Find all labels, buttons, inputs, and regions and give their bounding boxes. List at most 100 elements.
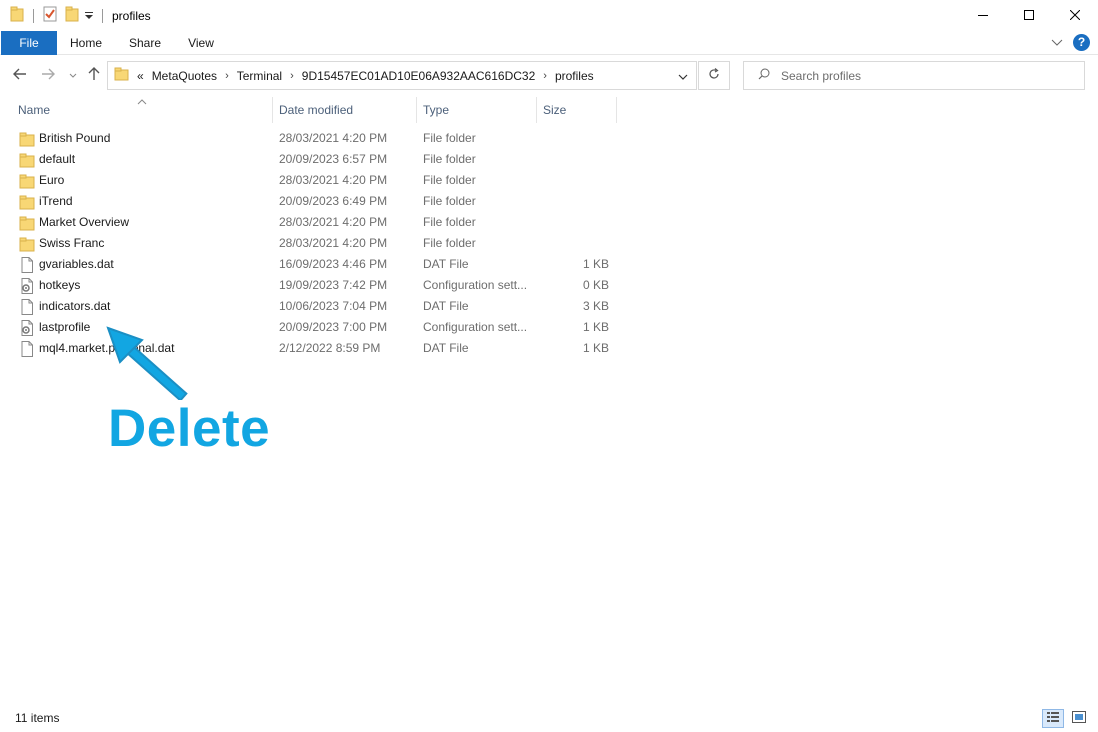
column-divider[interactable] [416, 97, 417, 123]
file-size [540, 191, 609, 212]
folder-icon [19, 173, 35, 189]
sort-ascending-icon [137, 94, 147, 108]
file-type: Configuration sett... [423, 278, 528, 292]
details-view-button[interactable] [1042, 709, 1064, 728]
file-row[interactable]: default 20/09/2023 6:57 PM File folder [0, 149, 1098, 170]
tab-home[interactable]: Home [60, 31, 112, 55]
forward-button[interactable] [38, 64, 58, 86]
file-type: File folder [423, 173, 476, 187]
folder-icon [19, 152, 35, 168]
file-name[interactable]: Euro [39, 170, 64, 191]
file-name[interactable]: gvariables.dat [39, 254, 114, 275]
new-folder-icon[interactable] [65, 6, 79, 25]
details-view-icon [1046, 711, 1060, 726]
forward-arrow-icon [41, 68, 55, 83]
folder-icon [19, 131, 35, 147]
chevron-down-icon [69, 68, 77, 82]
file-row[interactable]: British Pound 28/03/2021 4:20 PM File fold… [0, 128, 1098, 149]
file-name[interactable]: British Pound [39, 128, 110, 149]
file-size: 0 KB [582, 278, 609, 292]
file-size [540, 128, 609, 149]
column-divider[interactable] [616, 97, 617, 123]
folder-icon [19, 194, 35, 210]
breadcrumb-chevron-icon[interactable]: › [225, 70, 229, 82]
address-dropdown-icon[interactable] [678, 70, 688, 84]
tab-file[interactable]: File [1, 31, 57, 55]
file-type: File folder [423, 131, 476, 145]
file-row[interactable]: hotkeys 19/09/2023 7:42 PM Configuration s… [0, 275, 1098, 296]
file-row[interactable]: iTrend 20/09/2023 6:49 PM File folder [0, 191, 1098, 212]
properties-icon[interactable] [43, 6, 57, 25]
file-name[interactable]: hotkeys [39, 275, 80, 296]
customize-toolbar-icon[interactable] [85, 9, 93, 23]
file-type: DAT File [423, 257, 469, 271]
expand-ribbon-icon[interactable] [1051, 36, 1063, 50]
file-type: File folder [423, 194, 476, 208]
file-date-modified: 19/09/2023 7:42 PM [279, 278, 388, 292]
back-button[interactable] [10, 64, 30, 86]
file-row[interactable]: Market Overview 28/03/2021 4:20 PM File fo… [0, 212, 1098, 233]
search-box[interactable]: Search profiles [743, 61, 1085, 90]
file-row[interactable]: gvariables.dat 16/09/2023 4:46 PM DAT File… [0, 254, 1098, 275]
search-icon [758, 68, 770, 83]
file-row[interactable]: Swiss Franc 28/03/2021 4:20 PM File folder [0, 233, 1098, 254]
address-bar[interactable]: « MetaQuotes › Terminal › 9D15457EC01AD1… [107, 61, 697, 90]
column-header: Name Date modified Type Size [0, 97, 1098, 123]
recent-locations-button[interactable] [66, 64, 80, 86]
column-divider[interactable] [272, 97, 273, 123]
tab-share[interactable]: Share [120, 31, 170, 55]
column-type[interactable]: Type [423, 97, 449, 123]
file-date-modified: 2/12/2022 8:59 PM [279, 341, 381, 355]
file-name[interactable]: Swiss Franc [39, 233, 104, 254]
config-file-icon [19, 320, 35, 336]
file-name[interactable]: iTrend [39, 191, 73, 212]
breadcrumb-terminal-id[interactable]: 9D15457EC01AD10E06A932AAC616DC32 [302, 69, 536, 83]
maximize-button[interactable] [1006, 0, 1052, 31]
close-button[interactable] [1052, 0, 1098, 31]
breadcrumb-profiles[interactable]: profiles [555, 69, 594, 83]
file-date-modified: 28/03/2021 4:20 PM [279, 173, 388, 187]
up-button[interactable] [86, 64, 102, 86]
help-icon[interactable]: ? [1073, 34, 1090, 51]
file-size [540, 170, 609, 191]
file-row[interactable]: Euro 28/03/2021 4:20 PM File folder [0, 170, 1098, 191]
file-row[interactable]: indicators.dat 10/06/2023 7:04 PM DAT File… [0, 296, 1098, 317]
file-date-modified: 28/03/2021 4:20 PM [279, 215, 388, 229]
column-date-modified[interactable]: Date modified [279, 97, 353, 123]
breadcrumb-metaquotes[interactable]: MetaQuotes [152, 69, 217, 83]
file-date-modified: 28/03/2021 4:20 PM [279, 131, 388, 145]
file-name[interactable]: lastprofile [39, 317, 90, 338]
file-name[interactable]: indicators.dat [39, 296, 110, 317]
window-controls [960, 0, 1098, 31]
search-placeholder: Search profiles [781, 68, 862, 83]
breadcrumb-chevron-icon[interactable]: › [290, 70, 294, 82]
file-size: 3 KB [582, 299, 609, 313]
navigation-bar: « MetaQuotes › Terminal › 9D15457EC01AD1… [0, 58, 1098, 92]
file-type: DAT File [423, 299, 469, 313]
column-divider[interactable] [536, 97, 537, 123]
column-name[interactable]: Name [18, 97, 50, 123]
column-size[interactable]: Size [543, 97, 566, 123]
back-arrow-icon [13, 68, 27, 83]
breadcrumb-terminal[interactable]: Terminal [237, 69, 282, 83]
up-arrow-icon [88, 66, 100, 84]
folder-icon [19, 236, 35, 252]
item-count: 11 items [15, 711, 60, 725]
file-type: Configuration sett... [423, 320, 528, 334]
toolbar-separator [102, 8, 103, 23]
large-icons-view-button[interactable] [1068, 709, 1090, 728]
file-type: DAT File [423, 341, 469, 355]
breadcrumb-chevron-icon[interactable]: › [543, 70, 547, 82]
file-name[interactable]: Market Overview [39, 212, 129, 233]
file-size [540, 233, 609, 254]
minimize-button[interactable] [960, 0, 1006, 31]
config-file-icon [19, 278, 35, 294]
file-size: 1 KB [582, 320, 609, 334]
file-name[interactable]: default [39, 149, 75, 170]
tab-view[interactable]: View [178, 31, 224, 55]
folder-icon [114, 67, 129, 84]
refresh-button[interactable] [698, 61, 730, 90]
breadcrumb-overflow[interactable]: « [137, 69, 144, 83]
title-bar: profiles [0, 0, 1098, 31]
file-date-modified: 20/09/2023 6:57 PM [279, 152, 388, 166]
